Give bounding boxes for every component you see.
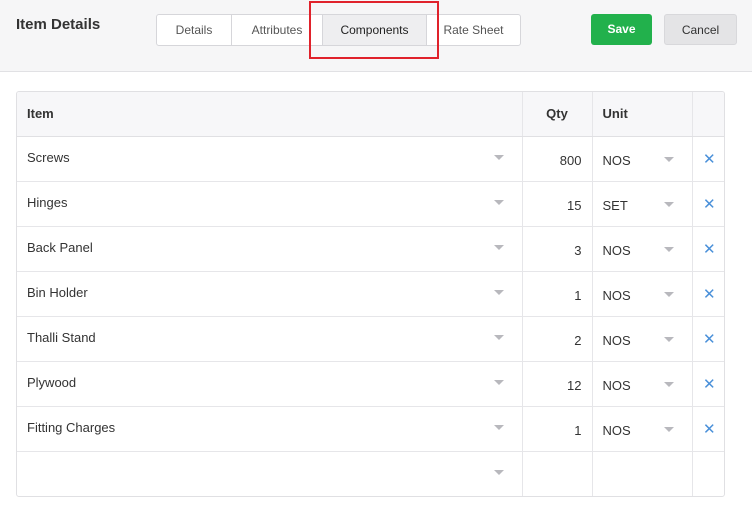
column-header-item: Item	[17, 92, 523, 137]
unit-select[interactable]: NOS	[592, 316, 693, 362]
table-row: Fitting Charges 1 NOS ✕	[17, 406, 724, 452]
column-header-actions	[692, 92, 724, 137]
qty-input[interactable]: 800	[522, 136, 593, 182]
unit-value: NOS	[602, 422, 631, 438]
unit-select[interactable]	[592, 451, 693, 496]
table-row: Thalli Stand 2 NOS ✕	[17, 316, 724, 362]
table-row: Screws 800 NOS ✕	[17, 136, 724, 182]
unit-select[interactable]: NOS	[592, 271, 693, 317]
tab-bar: Details Attributes Components Rate Sheet	[156, 14, 521, 46]
close-icon: ✕	[702, 150, 716, 168]
close-icon: ✕	[702, 420, 716, 438]
qty-input[interactable]: 2	[522, 316, 593, 362]
unit-select[interactable]: NOS	[592, 406, 693, 452]
caret-down-icon	[493, 424, 504, 430]
delete-row-button[interactable]: ✕	[692, 406, 724, 452]
column-header-unit: Unit	[592, 92, 693, 137]
caret-down-icon	[493, 154, 504, 160]
close-icon: ✕	[702, 375, 716, 393]
delete-row-button[interactable]: ✕	[692, 136, 724, 182]
unit-value: NOS	[602, 377, 631, 393]
caret-down-icon	[493, 334, 504, 340]
caret-down-icon	[493, 244, 504, 250]
unit-select[interactable]: NOS	[592, 226, 693, 272]
save-button[interactable]: Save	[591, 14, 652, 45]
qty-value: 1	[574, 287, 582, 303]
item-name: Hinges	[27, 194, 68, 210]
item-select[interactable]: Screws	[17, 136, 523, 182]
item-select[interactable]: Plywood	[17, 361, 523, 407]
item-name: Plywood	[27, 374, 77, 390]
components-table: Item Qty Unit Screws 800 NOS ✕ Hinges 15…	[16, 91, 725, 497]
column-header-qty: Qty	[522, 92, 593, 137]
qty-value: 2	[574, 332, 582, 348]
unit-select[interactable]: NOS	[592, 361, 693, 407]
caret-down-icon	[663, 156, 674, 162]
page-header: Item Details Details Attributes Componen…	[0, 0, 752, 72]
unit-value: NOS	[602, 242, 631, 258]
item-select[interactable]: Fitting Charges	[17, 406, 523, 452]
unit-value: NOS	[602, 287, 631, 303]
close-icon: ✕	[702, 195, 716, 213]
item-select[interactable]: Thalli Stand	[17, 316, 523, 362]
table-row: Hinges 15 SET ✕	[17, 181, 724, 227]
qty-input[interactable]: 3	[522, 226, 593, 272]
qty-input[interactable]: 15	[522, 181, 593, 227]
table-header-row: Item Qty Unit	[17, 92, 724, 137]
unit-select[interactable]: SET	[592, 181, 693, 227]
qty-input[interactable]: 12	[522, 361, 593, 407]
item-name: Back Panel	[27, 239, 93, 255]
qty-value: 15	[567, 197, 582, 213]
caret-down-icon	[663, 381, 674, 387]
caret-down-icon	[663, 336, 674, 342]
item-select[interactable]: Bin Holder	[17, 271, 523, 317]
page-title: Item Details	[16, 16, 101, 33]
close-icon: ✕	[702, 330, 716, 348]
qty-value: 1	[574, 422, 582, 438]
qty-input[interactable]: 1	[522, 406, 593, 452]
close-icon: ✕	[702, 285, 716, 303]
item-name: Thalli Stand	[27, 329, 96, 345]
item-name: Fitting Charges	[27, 419, 116, 435]
tab-attributes[interactable]: Attributes	[232, 15, 323, 45]
empty-actions-cell	[692, 451, 724, 496]
qty-value: 800	[559, 152, 582, 168]
table-row-empty	[17, 451, 724, 496]
qty-value: 12	[567, 377, 582, 393]
caret-down-icon	[663, 426, 674, 432]
unit-select[interactable]: NOS	[592, 136, 693, 182]
item-name: Bin Holder	[27, 284, 88, 300]
cancel-button[interactable]: Cancel	[664, 14, 737, 45]
delete-row-button[interactable]: ✕	[692, 361, 724, 407]
item-select[interactable]	[17, 451, 523, 496]
qty-value: 3	[574, 242, 582, 258]
table-row: Bin Holder 1 NOS ✕	[17, 271, 724, 317]
qty-input[interactable]	[522, 451, 593, 496]
delete-row-button[interactable]: ✕	[692, 271, 724, 317]
caret-down-icon	[493, 469, 504, 475]
caret-down-icon	[663, 201, 674, 207]
item-select[interactable]: Back Panel	[17, 226, 523, 272]
qty-input[interactable]: 1	[522, 271, 593, 317]
caret-down-icon	[493, 199, 504, 205]
tab-components[interactable]: Components	[323, 15, 427, 45]
unit-value: SET	[602, 197, 628, 213]
caret-down-icon	[663, 246, 674, 252]
delete-row-button[interactable]: ✕	[692, 316, 724, 362]
table-row: Plywood 12 NOS ✕	[17, 361, 724, 407]
delete-row-button[interactable]: ✕	[692, 226, 724, 272]
table-row: Back Panel 3 NOS ✕	[17, 226, 724, 272]
item-select[interactable]: Hinges	[17, 181, 523, 227]
caret-down-icon	[663, 291, 674, 297]
caret-down-icon	[493, 379, 504, 385]
item-name: Screws	[27, 149, 70, 165]
tab-rate-sheet[interactable]: Rate Sheet	[427, 15, 520, 45]
caret-down-icon	[493, 289, 504, 295]
unit-value: NOS	[602, 332, 631, 348]
tab-details[interactable]: Details	[157, 15, 232, 45]
close-icon: ✕	[702, 240, 716, 258]
unit-value: NOS	[602, 152, 631, 168]
delete-row-button[interactable]: ✕	[692, 181, 724, 227]
